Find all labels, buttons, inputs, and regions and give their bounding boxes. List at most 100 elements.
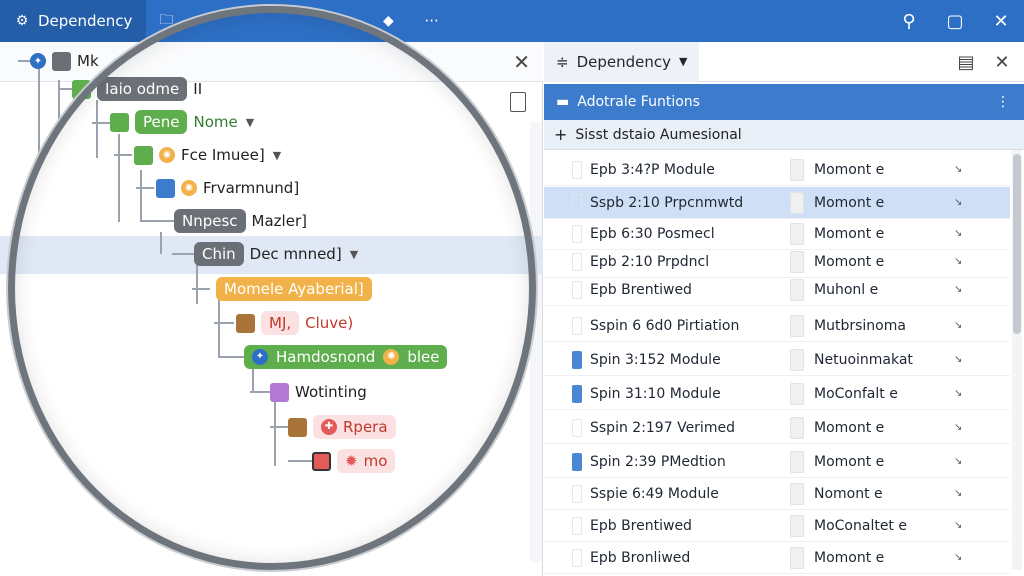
tree-node-11[interactable]: ✚ Rpera bbox=[288, 414, 396, 440]
tree-node-4[interactable]: ✺ Frvarmnund] bbox=[156, 175, 299, 201]
chevron-down-icon[interactable]: ▼ bbox=[273, 149, 281, 162]
sun-icon: ✺ bbox=[181, 180, 197, 196]
arrow-icon[interactable]: ↘ bbox=[954, 228, 962, 239]
node-extra: Nome bbox=[193, 113, 238, 131]
network-icon[interactable]: ⚲ bbox=[886, 0, 932, 42]
plus-icon[interactable]: + bbox=[554, 125, 567, 144]
tree-node-7[interactable]: Momele Ayaberial] bbox=[216, 276, 372, 302]
more-tabs-button[interactable]: ··· bbox=[410, 0, 452, 42]
module-icon bbox=[572, 418, 582, 437]
sun-icon: ✺ bbox=[383, 349, 400, 365]
tab-tag[interactable]: ◆ bbox=[366, 0, 410, 42]
left-scrollbar[interactable] bbox=[530, 122, 542, 562]
tree-connector bbox=[58, 80, 60, 120]
close-icon[interactable]: ✕ bbox=[513, 50, 530, 74]
list-item[interactable]: Spin 3:152 Module Netuoinmakat ↘ bbox=[544, 344, 1010, 376]
tree-node-8[interactable]: MJ, Cluve) bbox=[236, 310, 353, 336]
tree-node-6[interactable]: Chin Dec mnned] ▼ bbox=[194, 241, 358, 267]
chevron-down-icon[interactable]: ▼ bbox=[246, 116, 254, 129]
node-pill: ✹ mo bbox=[337, 449, 396, 473]
arrow-icon[interactable]: ↘ bbox=[954, 320, 962, 331]
list-item[interactable]: Spin 31:10 Module MoConfalt e ↘ bbox=[544, 378, 1010, 410]
arrow-icon[interactable]: ↘ bbox=[954, 488, 962, 499]
list-item[interactable]: Epb Brentiwed Muhonl e ↘ bbox=[544, 274, 1010, 306]
value-box bbox=[790, 222, 804, 245]
tree-connector bbox=[114, 154, 132, 156]
list-item[interactable]: Epb Brentiwed MoConaltet e ↘ bbox=[544, 510, 1010, 542]
tree-node-9[interactable]: ✦ Hamdosnond ✺ blee bbox=[244, 344, 448, 370]
tree-node-5[interactable]: Nnpesc Mazler] bbox=[174, 208, 307, 234]
section-icon: ▬ bbox=[556, 94, 570, 110]
scrollbar-thumb[interactable] bbox=[1013, 154, 1021, 334]
right-tab-label: Dependency bbox=[576, 52, 671, 71]
maximize-button[interactable]: ▢ bbox=[932, 0, 978, 42]
tab-second[interactable]: 🗀 bbox=[146, 0, 186, 42]
list-item[interactable]: Sspin 2:197 Verimed Momont e ↘ bbox=[544, 412, 1010, 444]
tree-connector bbox=[252, 368, 254, 392]
chevron-down-icon[interactable]: ▼ bbox=[350, 248, 358, 261]
tab-dependency-right[interactable]: ≑ Dependency ▼ bbox=[544, 41, 700, 82]
list-item-value: Momont e bbox=[814, 453, 885, 470]
arrow-icon[interactable]: ↘ bbox=[954, 197, 962, 208]
more-vertical-icon[interactable]: ⋮ bbox=[996, 94, 1010, 110]
chevron-down-icon: ▼ bbox=[679, 55, 688, 68]
tree-node-2[interactable]: Pene Nome ▼ bbox=[110, 109, 254, 135]
list-item[interactable]: Sspie 6:49 Module Nomont e ↘ bbox=[544, 478, 1010, 510]
list-item[interactable]: Spin 2:39 PMedtion Momont e ↘ bbox=[544, 446, 1010, 478]
value-box bbox=[790, 191, 804, 214]
section-header[interactable]: ▬ Adotrale Funtions ⋮ bbox=[544, 84, 1024, 120]
folder-icon: 🗀 bbox=[159, 12, 174, 28]
arrow-icon[interactable]: ↘ bbox=[954, 284, 962, 295]
node-label: Chin bbox=[194, 242, 244, 266]
sub-header[interactable]: + Sisst dstaio Aumesional bbox=[544, 120, 1024, 150]
node-label: Momele Ayaberial] bbox=[216, 277, 372, 301]
module-icon bbox=[572, 350, 582, 369]
value-box bbox=[790, 250, 804, 273]
module-icon bbox=[572, 193, 582, 212]
document-icon[interactable] bbox=[510, 92, 526, 112]
node-square bbox=[288, 417, 307, 437]
list-item-value: Mutbrsinoma bbox=[814, 317, 906, 334]
module-icon bbox=[572, 316, 582, 335]
tree-node-3[interactable]: ✺ Fce Imuee] ▼ bbox=[134, 142, 281, 168]
root-node-icon: ✦ bbox=[30, 53, 46, 69]
value-box bbox=[790, 514, 804, 537]
title-bar: ⚙ Dependency 🗀 ◆ ··· ⚲ ▢ ✕ bbox=[0, 0, 1024, 42]
node-square bbox=[236, 313, 255, 333]
tree-node-10[interactable]: Wotinting bbox=[270, 379, 367, 405]
arrow-icon[interactable]: ↘ bbox=[954, 456, 962, 467]
tree-connector bbox=[140, 170, 142, 222]
more-label: ··· bbox=[424, 12, 439, 30]
list-item[interactable]: Epb 3:4?P Module Momont e ↘ bbox=[544, 154, 1010, 186]
arrow-icon[interactable]: ↘ bbox=[954, 520, 962, 531]
arrow-icon[interactable]: ↘ bbox=[954, 552, 962, 563]
close-icon[interactable]: ✕ bbox=[990, 50, 1014, 74]
list-item-value: MoConfalt e bbox=[814, 385, 898, 402]
tree-connector bbox=[196, 264, 198, 304]
split-icon: ≑ bbox=[556, 52, 569, 71]
node-label: MJ, bbox=[261, 311, 300, 335]
list-item[interactable]: Sspb 2:10 Prpcnmwtd Momont e ↘ bbox=[544, 187, 1010, 219]
tab-dependency[interactable]: ⚙ Dependency bbox=[0, 0, 147, 42]
module-icon bbox=[572, 452, 582, 471]
arrow-icon[interactable]: ↘ bbox=[954, 422, 962, 433]
arrow-icon[interactable]: ↘ bbox=[954, 256, 962, 267]
sun-icon: ✺ bbox=[159, 147, 175, 163]
tree-connector bbox=[92, 122, 110, 124]
arrow-icon[interactable]: ↘ bbox=[954, 164, 962, 175]
tree-connector bbox=[250, 391, 270, 393]
panel-layout-icon[interactable]: ▤ bbox=[954, 50, 978, 74]
arrow-icon[interactable]: ↘ bbox=[954, 354, 962, 365]
list-item[interactable]: Sspin 6 6d0 Pirtiation Mutbrsinoma ↘ bbox=[544, 310, 1010, 342]
close-window-button[interactable]: ✕ bbox=[978, 0, 1024, 42]
module-icon bbox=[572, 160, 582, 179]
list-item[interactable]: Epb Bronliwed Momont e ↘ bbox=[544, 542, 1010, 574]
tree-root[interactable]: ✦ Mk bbox=[30, 48, 99, 74]
tree-node-1[interactable]: Iaio odme II bbox=[72, 76, 202, 102]
list-item-value: Momont e bbox=[814, 225, 885, 242]
tree-connector bbox=[214, 322, 234, 324]
list-item-value: Momont e bbox=[814, 549, 885, 566]
node-label: Rpera bbox=[343, 418, 388, 436]
arrow-icon[interactable]: ↘ bbox=[954, 388, 962, 399]
tree-node-12[interactable]: ✹ mo bbox=[312, 448, 396, 474]
